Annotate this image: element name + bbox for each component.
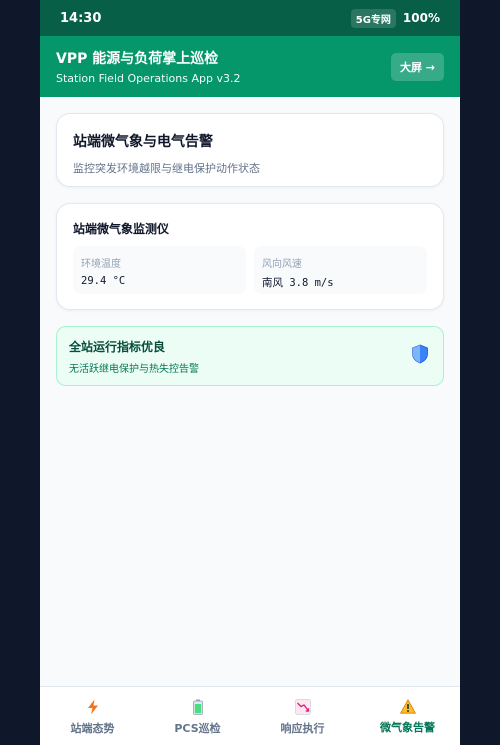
page-title-card: 站端微气象与电气告警 监控突发环境越限与继电保护动作状态 [56, 113, 444, 187]
big-screen-button[interactable]: 大屏 → [390, 52, 444, 81]
status-time: 14:30 [60, 10, 102, 26]
tab-label: 站端态势 [70, 722, 115, 735]
bottom-tab-bar: 站端态势 PCS巡检 响应执行 微气象告警 [40, 686, 460, 745]
tab-pcs-inspection[interactable]: PCS巡检 [145, 687, 250, 745]
status-banner: 全站运行指标优良 无活跃继电保护与热失控告警 [56, 326, 444, 386]
tab-weather-alarm[interactable]: 微气象告警 [355, 687, 460, 745]
tab-response-execution[interactable]: 响应执行 [250, 687, 355, 745]
tab-station-overview[interactable]: 站端态势 [40, 687, 145, 745]
shield-icon [411, 344, 429, 368]
phone-screen: 14:30 5G专网 100% VPP 能源与负荷掌上巡检 Station Fi… [40, 0, 460, 745]
page-title: 站端微气象与电气告警 [73, 134, 213, 150]
tab-label: 响应执行 [280, 722, 325, 735]
battery-icon [192, 699, 204, 720]
wind-label: 风向风速 [262, 259, 302, 270]
status-banner-text: 全站运行指标优良 无活跃继电保护与热失控告警 [69, 338, 199, 375]
weather-monitor-card: 站端微气象监测仪 环境温度 29.4 °C 风向风速 南风 3.8 m/s [56, 203, 444, 310]
temperature-value: 29.4 °C [81, 275, 126, 287]
warning-icon [399, 699, 416, 719]
temperature-tile: 环境温度 29.4 °C [73, 246, 246, 294]
weather-monitor-title: 站端微气象监测仪 [73, 222, 170, 236]
status-banner-subtitle: 无活跃继电保护与热失控告警 [69, 363, 199, 375]
network-badge: 5G专网 [350, 8, 396, 28]
tab-label: PCS巡检 [174, 722, 221, 735]
status-bar: 14:30 5G专网 100% [40, 0, 460, 36]
battery-level: 100% [402, 11, 440, 25]
header-titles: VPP 能源与负荷掌上巡检 Station Field Operations A… [56, 48, 240, 85]
chart-down-icon [294, 699, 311, 720]
status-banner-title: 全站运行指标优良 [69, 339, 166, 354]
temperature-label: 环境温度 [81, 259, 121, 270]
lightning-icon [86, 699, 100, 720]
status-right: 5G专网 100% [350, 8, 440, 28]
app-title: VPP 能源与负荷掌上巡检 [56, 51, 219, 67]
app-header: VPP 能源与负荷掌上巡检 Station Field Operations A… [40, 36, 460, 97]
wind-value: 南风 3.8 m/s [262, 277, 334, 289]
main-content: 站端微气象与电气告警 监控突发环境越限与继电保护动作状态 站端微气象监测仪 环境… [40, 97, 460, 386]
wind-tile: 风向风速 南风 3.8 m/s [254, 246, 427, 294]
page-subtitle: 监控突发环境越限与继电保护动作状态 [73, 162, 260, 175]
weather-tiles: 环境温度 29.4 °C 风向风速 南风 3.8 m/s [73, 246, 427, 294]
app-subtitle: Station Field Operations App v3.2 [56, 72, 241, 85]
tab-label: 微气象告警 [380, 721, 435, 734]
